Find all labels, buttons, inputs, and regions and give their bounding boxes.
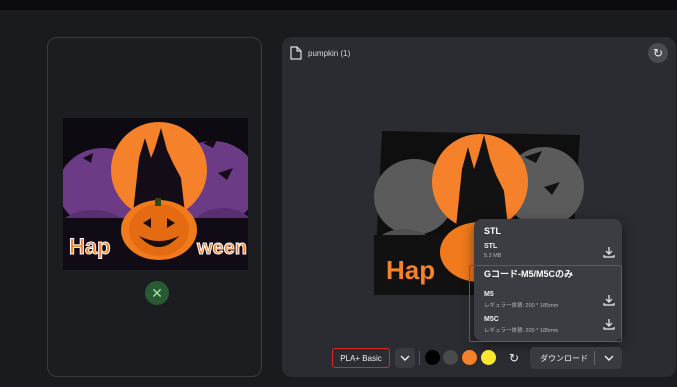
download-dropdown-toggle[interactable]	[595, 355, 622, 361]
stl-item-size: 5.2 MB	[484, 253, 502, 259]
color-swatch-gray[interactable]	[443, 350, 458, 365]
source-image: Hap ween	[63, 118, 248, 270]
close-icon: ✕	[151, 284, 163, 301]
chevron-down-icon	[400, 355, 410, 361]
remove-image-button[interactable]: ✕	[145, 281, 169, 305]
color-swatch-black[interactable]	[425, 350, 440, 365]
halloween-poster-image: Hap ween	[63, 118, 248, 270]
poster-text-left: Hap	[69, 234, 111, 259]
source-image-panel: Hap ween ✕	[47, 37, 262, 377]
toolbar-divider	[419, 351, 420, 365]
reset-colors-button[interactable]: ↻	[505, 349, 523, 367]
stl-item-title: STL	[484, 243, 498, 250]
material-dropdown-toggle[interactable]	[395, 348, 415, 368]
model-text-left: Hap	[386, 255, 435, 285]
refresh-icon: ↻	[508, 351, 520, 365]
file-header: pumpkin (1)	[290, 45, 350, 61]
top-bar	[0, 0, 677, 10]
color-swatch-yellow[interactable]	[481, 350, 496, 365]
material-label: PLA+ Basic	[340, 353, 382, 363]
stl-download-button[interactable]	[602, 245, 616, 259]
chevron-down-icon	[604, 355, 613, 361]
stl-section-title: STL	[484, 226, 501, 236]
material-select-button[interactable]: PLA+ Basic	[332, 348, 390, 368]
regenerate-button[interactable]: ↻	[648, 43, 668, 63]
download-icon	[603, 247, 615, 258]
stl-download-item[interactable]: STL 5.2 MB	[484, 243, 614, 259]
gcode-highlight-box	[469, 265, 622, 342]
download-button[interactable]: ダウンロード	[530, 353, 594, 364]
file-name: pumpkin (1)	[308, 48, 351, 58]
refresh-icon: ↻	[652, 46, 664, 60]
color-swatch-orange[interactable]	[462, 350, 477, 365]
poster-text-right: ween	[196, 237, 247, 259]
download-button-group: ダウンロード	[530, 347, 622, 369]
file-icon	[290, 46, 302, 60]
